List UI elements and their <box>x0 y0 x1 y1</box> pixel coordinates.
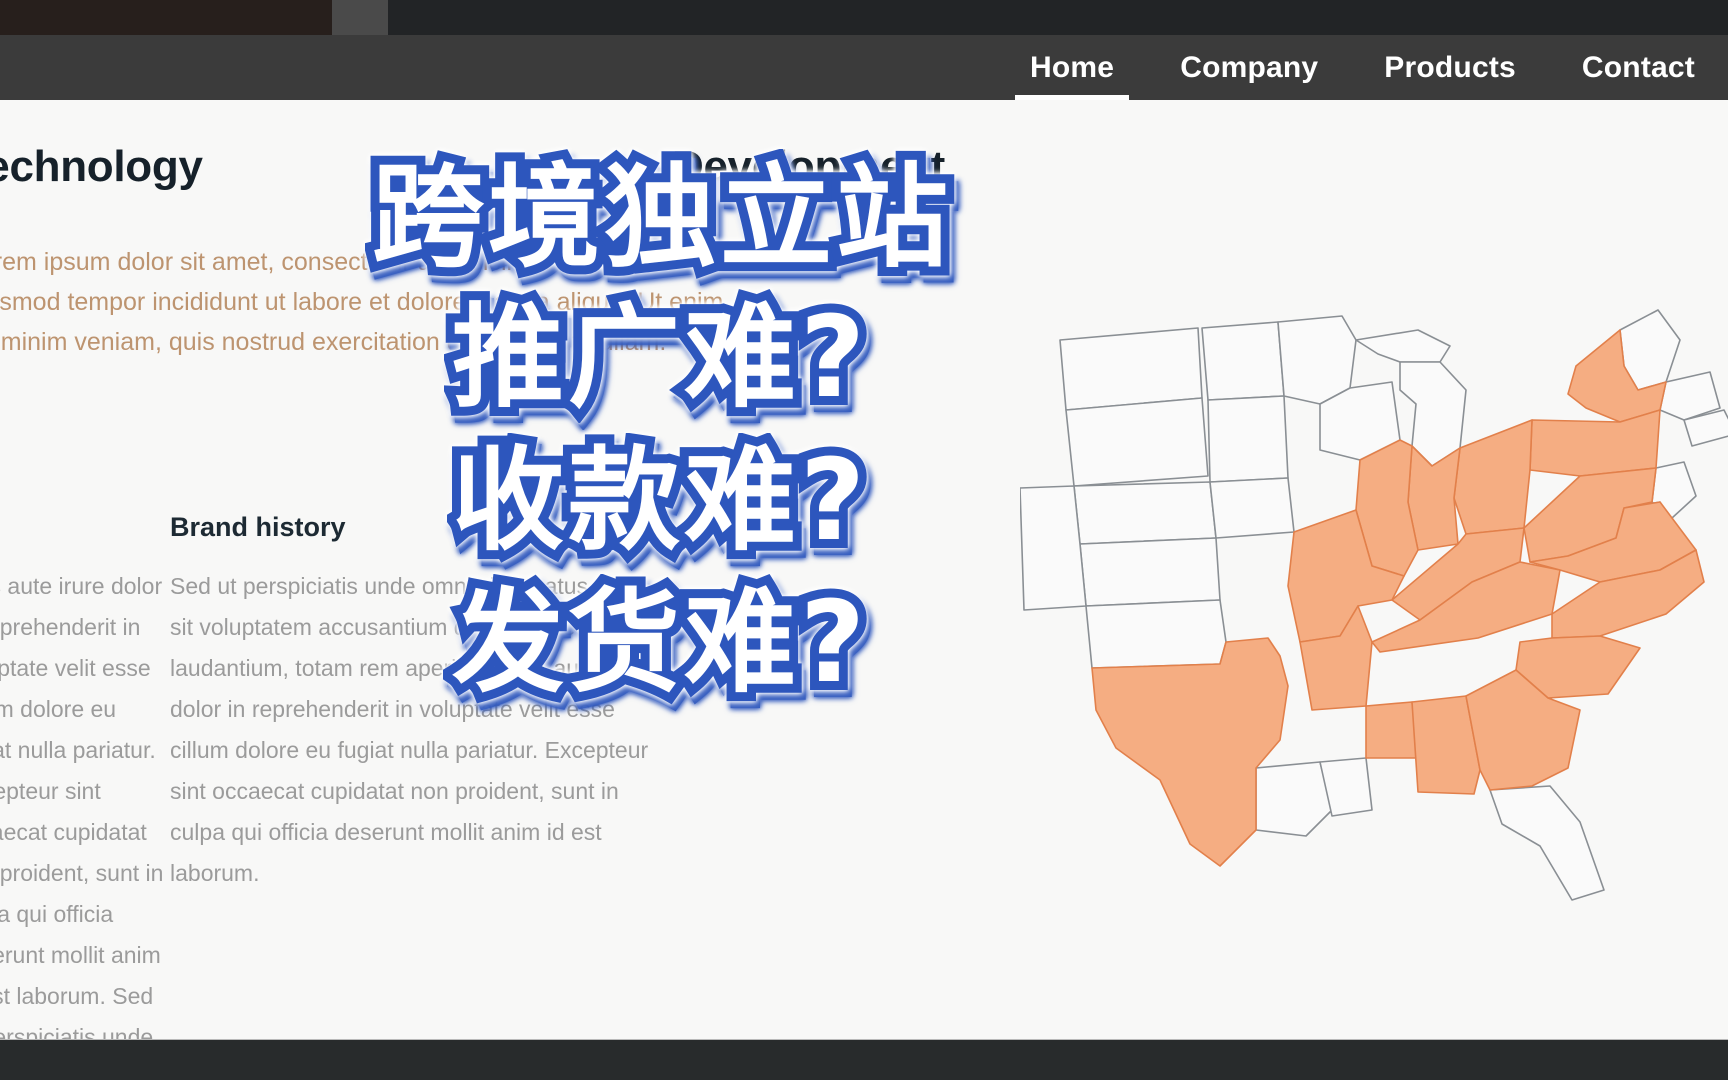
browser-tabstrip-right <box>388 0 1728 35</box>
nav-item-contact-label: Contact <box>1581 50 1695 84</box>
body-column-left: Duis aute irure dolor in reprehenderit i… <box>0 573 164 1040</box>
subheading-brand-history: Brand history <box>170 512 346 542</box>
video-frame: Home Company Products Contact Technology… <box>0 0 1728 1080</box>
body-column-right: Sed ut perspiciatis unde omnis iste natu… <box>170 573 651 886</box>
nav-item-company[interactable]: Company <box>1147 35 1351 100</box>
nav-item-home[interactable]: Home <box>997 35 1147 100</box>
main-navigation: Home Company Products Contact <box>997 35 1728 100</box>
browser-tabstrip-left <box>0 0 332 35</box>
site-header: Home Company Products Contact <box>0 35 1728 100</box>
nav-item-company-label: Company <box>1180 50 1319 84</box>
nav-item-products-label: Products <box>1384 50 1516 84</box>
nav-item-home-label: Home <box>1030 50 1115 84</box>
browser-tab-gap[interactable] <box>332 0 388 35</box>
us-map-svg <box>1020 309 1728 901</box>
nav-item-products[interactable]: Products <box>1351 35 1549 100</box>
united-states-map <box>1020 270 1728 910</box>
nav-item-contact[interactable]: Contact <box>1549 35 1728 100</box>
page-heading-technology: Technology <box>0 142 203 191</box>
page-content: Technology Lorem ipsum dolor sit amet, c… <box>0 100 1728 1040</box>
player-bar[interactable] <box>0 1039 1728 1080</box>
page-heading-development: Development <box>672 142 945 191</box>
lead-paragraph: Lorem ipsum dolor sit amet, consectetur … <box>0 248 724 356</box>
